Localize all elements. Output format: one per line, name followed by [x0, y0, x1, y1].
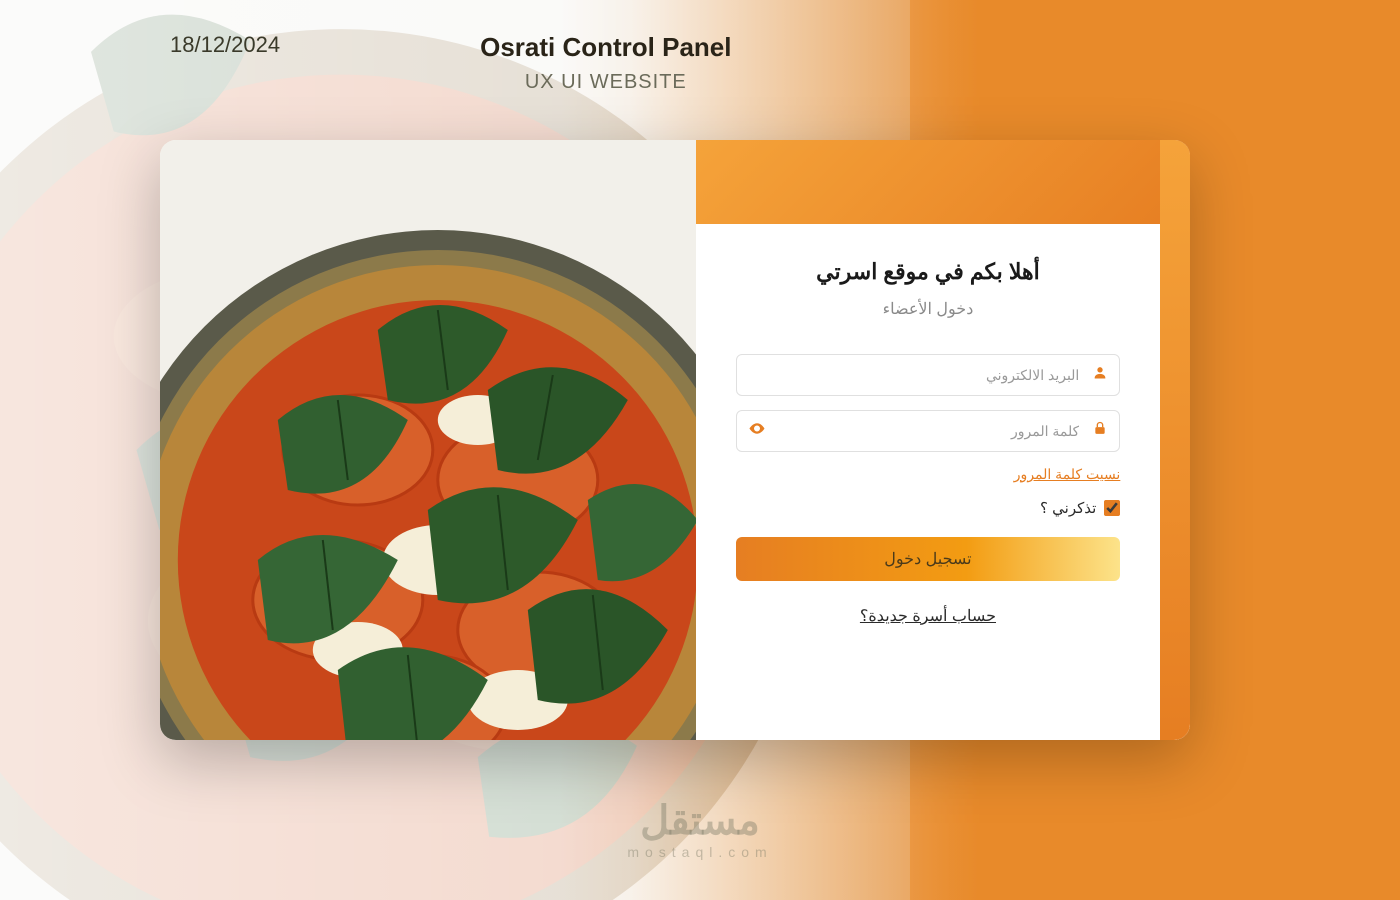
password-input-wrap [736, 410, 1121, 452]
page-title: Osrati Control Panel [480, 32, 731, 63]
watermark-url: mostaql.com [627, 844, 772, 860]
user-icon [1092, 365, 1108, 386]
forgot-password-link[interactable]: نسيت كلمة المرور [736, 466, 1121, 483]
remember-me-checkbox[interactable] [1104, 500, 1120, 516]
email-input-wrap [736, 354, 1121, 396]
orange-side-band [1160, 140, 1190, 740]
card-hero-image [160, 140, 696, 740]
page-subtitle: UX UI WEBSITE [480, 71, 731, 94]
login-panel: أهلا بكم في موقع اسرتي دخول الأعضاء نسيت… [696, 224, 1161, 740]
eye-icon[interactable] [748, 420, 766, 443]
lock-icon [1092, 421, 1108, 442]
email-input[interactable] [736, 354, 1121, 396]
welcome-heading: أهلا بكم في موقع اسرتي [736, 259, 1121, 285]
header-date: 18/12/2024 [170, 32, 280, 58]
login-button[interactable]: تسجيل دخول [736, 537, 1121, 581]
password-input[interactable] [736, 410, 1121, 452]
remember-me-row: تذكرني ؟ [736, 499, 1121, 517]
orange-top-band [696, 140, 1190, 224]
card-form-side: أهلا بكم في موقع اسرتي دخول الأعضاء نسيت… [696, 140, 1190, 740]
watermark-title: مستقل [627, 798, 772, 844]
new-account-link[interactable]: حساب أسرة جديدة؟ [736, 606, 1121, 626]
login-subtitle: دخول الأعضاء [736, 299, 1121, 319]
remember-me-label: تذكرني ؟ [1040, 499, 1096, 517]
watermark: مستقل mostaql.com [627, 798, 772, 860]
login-card: أهلا بكم في موقع اسرتي دخول الأعضاء نسيت… [160, 140, 1190, 740]
header-title-block: Osrati Control Panel UX UI WEBSITE [480, 32, 731, 94]
page-header: 18/12/2024 Osrati Control Panel UX UI WE… [0, 0, 1400, 94]
